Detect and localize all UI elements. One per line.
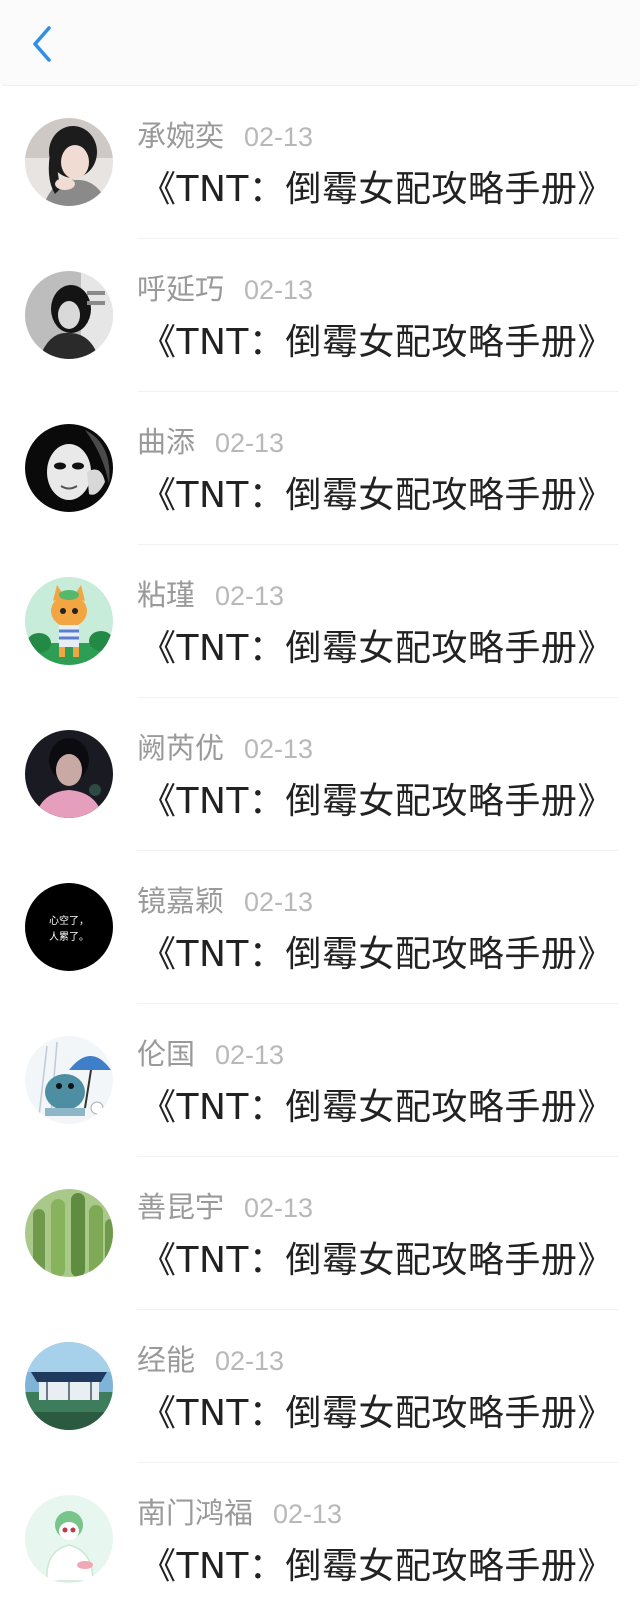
comment-item[interactable]: 呼延巧 02-13 《TNT：倒霉女配攻略手册》 [0,239,640,392]
user-name[interactable]: 阙芮优 [137,725,224,767]
user-name[interactable]: 南门鸿福 [137,1490,253,1532]
avatar[interactable] [25,118,113,206]
avatar[interactable] [25,271,113,359]
user-name[interactable]: 伦国 [137,1031,195,1073]
comment-item[interactable]: 粘瑾 02-13 《TNT：倒霉女配攻略手册》 [0,545,640,698]
comment-text: 《TNT：倒霉女配攻略手册》 [140,475,614,516]
user-name[interactable]: 承婉奕 [137,113,224,155]
comment-text: 《TNT：倒霉女配攻略手册》 [140,1240,614,1281]
comment-text: 《TNT：倒霉女配攻略手册》 [140,1393,614,1434]
avatar[interactable] [25,1036,113,1124]
comment-date: 02-13 [244,734,314,764]
comment-date: 02-13 [244,1193,314,1223]
comment-item[interactable]: 心空了， 人累了。 镜嘉颖 02-13 《TNT：倒霉女配攻略手册》 [0,851,640,1004]
avatar[interactable] [25,1189,113,1277]
comment-text: 《TNT：倒霉女配攻略手册》 [140,169,614,210]
comment-date: 02-13 [244,122,314,152]
comment-date: 02-13 [215,428,285,458]
user-name[interactable]: 呼延巧 [137,266,224,308]
avatar[interactable] [25,1342,113,1430]
comment-text: 《TNT：倒霉女配攻略手册》 [140,781,614,822]
comment-date: 02-13 [215,1040,285,1070]
comment-item[interactable]: 承婉奕 02-13 《TNT：倒霉女配攻略手册》 [0,86,640,239]
avatar[interactable] [25,730,113,818]
top-bar [0,0,640,86]
comment-date: 02-13 [244,887,314,917]
comment-item[interactable]: 善昆宇 02-13 《TNT：倒霉女配攻略手册》 [0,1157,640,1310]
back-button[interactable] [22,20,62,68]
avatar[interactable] [25,424,113,512]
comment-text: 《TNT：倒霉女配攻略手册》 [140,934,614,975]
user-name[interactable]: 粘瑾 [137,572,195,614]
comment-item[interactable]: 南门鸿福 02-13 《TNT：倒霉女配攻略手册》 [0,1463,640,1616]
comment-text: 《TNT：倒霉女配攻略手册》 [140,1546,614,1587]
comment-date: 02-13 [215,581,285,611]
comment-item[interactable]: 阙芮优 02-13 《TNT：倒霉女配攻略手册》 [0,698,640,851]
avatar[interactable]: 心空了， 人累了。 [25,883,113,971]
avatar-text-line: 心空了， [49,914,89,927]
comment-item[interactable]: 经能 02-13 《TNT：倒霉女配攻略手册》 [0,1310,640,1463]
avatar-text-line: 人累了。 [49,931,89,943]
avatar[interactable] [25,1495,113,1583]
user-name[interactable]: 镜嘉颖 [137,878,224,920]
comment-date: 02-13 [215,1346,285,1376]
comment-item[interactable]: 伦国 02-13 《TNT：倒霉女配攻略手册》 [0,1004,640,1157]
comment-date: 02-13 [273,1499,343,1529]
chevron-left-icon [33,26,51,62]
comment-text: 《TNT：倒霉女配攻略手册》 [140,1087,614,1128]
user-name[interactable]: 善昆宇 [137,1184,224,1226]
avatar[interactable] [25,577,113,665]
comment-text: 《TNT：倒霉女配攻略手册》 [140,628,614,669]
user-name[interactable]: 经能 [137,1337,195,1379]
user-name[interactable]: 曲添 [137,419,195,461]
comment-date: 02-13 [244,275,314,305]
comment-item[interactable]: 曲添 02-13 《TNT：倒霉女配攻略手册》 [0,392,640,545]
comment-list: 承婉奕 02-13 《TNT：倒霉女配攻略手册》 呼延巧 02-13 《TNT：… [0,86,640,1616]
comment-text: 《TNT：倒霉女配攻略手册》 [140,322,614,363]
